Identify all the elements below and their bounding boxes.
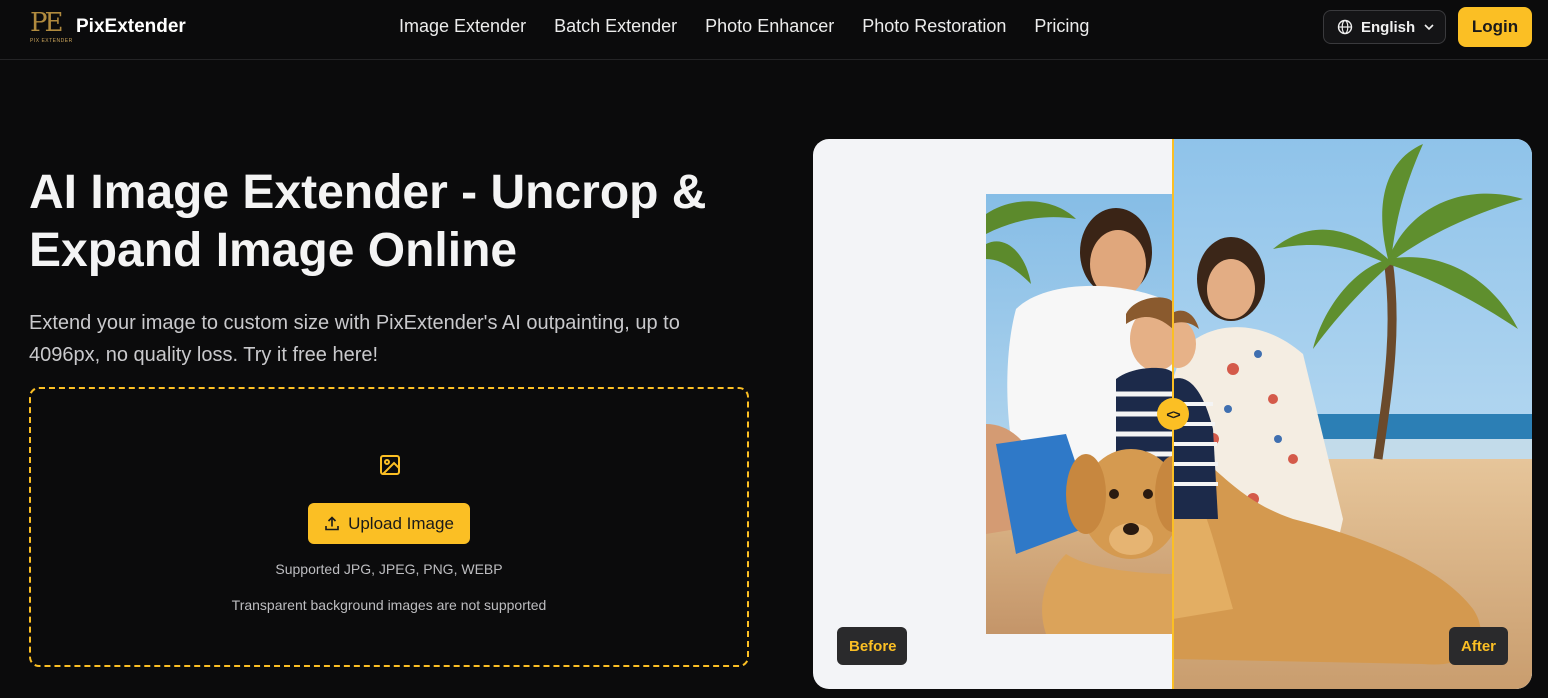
site-header: PE PIX EXTENDER PixExtender Image Extend…: [0, 0, 1548, 60]
logo[interactable]: PE PIX EXTENDER: [30, 8, 73, 46]
before-label: Before: [837, 627, 907, 665]
language-label: English: [1361, 18, 1416, 36]
image-icon: [380, 455, 400, 475]
brand-name[interactable]: PixExtender: [76, 16, 186, 38]
after-label: After: [1449, 627, 1508, 665]
supported-formats: Supported JPG, JPEG, PNG, WEBP: [275, 561, 503, 577]
logo-mark: PE: [30, 8, 63, 38]
before-after-comparison[interactable]: <> Before After: [813, 139, 1532, 689]
page-title: AI Image Extender - Uncrop & Expand Imag…: [29, 166, 707, 277]
upload-icon: [325, 515, 339, 530]
chevron-down-icon: [1424, 24, 1434, 31]
page-subtitle: Extend your image to custom size with Pi…: [29, 312, 680, 366]
nav-pricing[interactable]: Pricing: [1034, 16, 1089, 37]
main-nav: Image Extender Batch Extender Photo Enha…: [399, 16, 1089, 37]
arrows-horizontal-icon: <>: [1166, 406, 1180, 422]
upload-button-label: Upload Image: [348, 513, 454, 533]
logo-subtext: PIX EXTENDER: [30, 38, 73, 44]
transparency-note: Transparent background images are not su…: [231, 597, 547, 613]
login-button[interactable]: Login: [1458, 7, 1532, 47]
after-image: [1173, 139, 1532, 689]
comparison-slider-handle[interactable]: <>: [1157, 398, 1189, 430]
language-selector[interactable]: English: [1323, 10, 1446, 44]
nav-batch-extender[interactable]: Batch Extender: [554, 16, 677, 37]
upload-dropzone[interactable]: Upload Image Supported JPG, JPEG, PNG, W…: [29, 387, 749, 667]
globe-icon: [1337, 19, 1353, 35]
before-image: [986, 194, 1173, 634]
nav-image-extender[interactable]: Image Extender: [399, 16, 526, 37]
nav-photo-restoration[interactable]: Photo Restoration: [862, 16, 1006, 37]
nav-photo-enhancer[interactable]: Photo Enhancer: [705, 16, 834, 37]
upload-image-button[interactable]: Upload Image: [308, 503, 470, 544]
